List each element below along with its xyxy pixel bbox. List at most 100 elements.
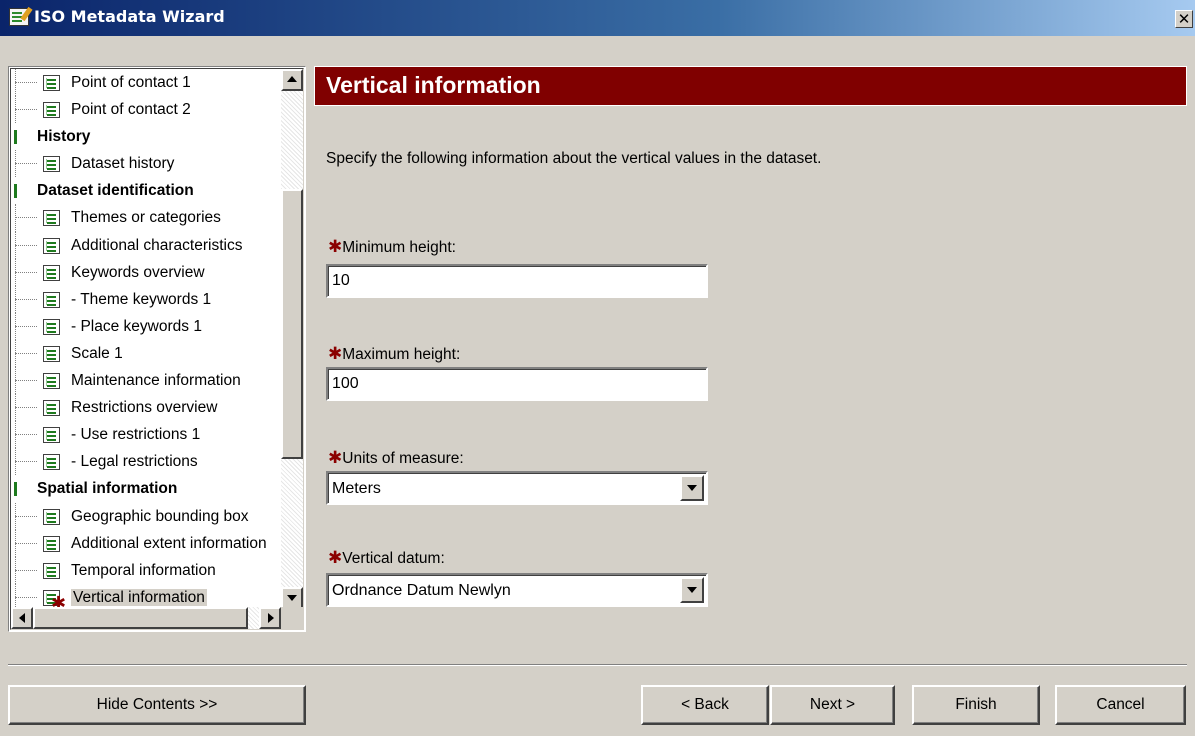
tree-connector bbox=[15, 204, 41, 232]
datum-label-text: Vertical datum: bbox=[342, 550, 445, 567]
tree-item-label: Maintenance information bbox=[71, 372, 241, 390]
divider bbox=[8, 664, 1187, 666]
tree-item[interactable]: - Use restrictions 1 bbox=[11, 421, 281, 449]
page-document-icon bbox=[43, 102, 60, 119]
page-document-icon bbox=[43, 427, 60, 444]
tree-item-label: Restrictions overview bbox=[71, 399, 218, 417]
tree-item[interactable]: - Theme keywords 1 bbox=[11, 285, 281, 313]
vertical-scroll-thumb[interactable] bbox=[281, 189, 303, 459]
page-intro: Specify the following information about … bbox=[326, 150, 822, 167]
units-label-text: Units of measure: bbox=[342, 450, 464, 467]
contents-panel: Point of contact 1 Point of contact 2 Hist… bbox=[8, 66, 306, 632]
tree-item-label: History bbox=[37, 128, 91, 146]
tree-item[interactable]: Maintenance information bbox=[11, 367, 281, 395]
tree-item[interactable]: - Place keywords 1 bbox=[11, 312, 281, 341]
tree-connector bbox=[15, 312, 41, 341]
scroll-down-button[interactable] bbox=[281, 587, 303, 609]
tree-connector bbox=[15, 556, 41, 584]
page-document-icon bbox=[43, 210, 60, 227]
tree-item-label: Keywords overview bbox=[71, 263, 205, 281]
metadata-wizard-icon bbox=[9, 8, 29, 26]
page-title: Vertical information bbox=[326, 72, 541, 98]
title-bar: ISO Metadata Wizard ✕ bbox=[0, 0, 1195, 36]
tree-item[interactable]: Additional characteristics bbox=[11, 231, 281, 259]
page-document-icon bbox=[43, 264, 60, 281]
horizontal-scrollbar[interactable] bbox=[11, 607, 281, 629]
tree-item-label: Point of contact 1 bbox=[71, 74, 191, 91]
scroll-right-button[interactable] bbox=[259, 607, 281, 629]
finish-button[interactable]: Finish bbox=[912, 685, 1040, 725]
tree-connector bbox=[15, 394, 41, 422]
tree-item-label: Additional extent information bbox=[71, 534, 267, 552]
tree-item[interactable]: - Legal restrictions bbox=[11, 448, 281, 476]
tree-item[interactable]: Themes or categories bbox=[11, 204, 281, 232]
tree-item-label: Geographic bounding box bbox=[71, 507, 249, 525]
scroll-left-button[interactable] bbox=[11, 607, 33, 629]
tree-connector bbox=[15, 448, 41, 476]
close-button[interactable]: ✕ bbox=[1175, 10, 1193, 28]
scroll-up-button[interactable] bbox=[281, 69, 303, 91]
contents-tree[interactable]: Point of contact 1 Point of contact 2 Hist… bbox=[10, 68, 304, 630]
tree-connector bbox=[15, 285, 41, 313]
min-height-label: ✱Minimum height: bbox=[328, 237, 456, 257]
tree-connector bbox=[15, 258, 41, 286]
units-select-value: Meters bbox=[332, 480, 381, 497]
cancel-button[interactable]: Cancel bbox=[1055, 685, 1186, 725]
tree-connector bbox=[15, 583, 41, 609]
tree-item[interactable]: Point of contact 2 bbox=[11, 96, 281, 124]
tree-item[interactable]: Dataset history bbox=[11, 150, 281, 178]
tree-item-label: - Use restrictions 1 bbox=[71, 426, 201, 444]
tree-connector bbox=[15, 529, 41, 557]
tree-connector bbox=[15, 96, 41, 124]
page-document-icon bbox=[43, 373, 60, 390]
tree-item-label: Temporal information bbox=[71, 561, 216, 579]
tree-item-label: Additional characteristics bbox=[71, 236, 243, 254]
max-height-input[interactable]: 100 bbox=[326, 367, 708, 401]
datum-label: ✱Vertical datum: bbox=[328, 548, 445, 568]
tree-group-icon bbox=[14, 184, 17, 199]
tree-item-current[interactable]: ✱ Vertical information bbox=[11, 583, 281, 609]
back-button[interactable]: < Back bbox=[641, 685, 769, 725]
hide-contents-button[interactable]: Hide Contents >> bbox=[8, 685, 306, 725]
tree-group-icon bbox=[14, 482, 17, 497]
tree-item[interactable]: Geographic bounding box bbox=[11, 502, 281, 530]
dropdown-arrow-icon[interactable] bbox=[680, 577, 704, 603]
datum-select-value: Ordnance Datum Newlyn bbox=[332, 582, 511, 599]
tree-item[interactable]: Scale 1 bbox=[11, 339, 281, 368]
next-button[interactable]: Next > bbox=[770, 685, 895, 725]
window-title: ISO Metadata Wizard bbox=[34, 7, 225, 26]
tree-connector bbox=[15, 502, 41, 530]
tree-group[interactable]: History bbox=[11, 123, 281, 150]
tree-group[interactable]: Spatial information bbox=[11, 475, 281, 502]
tree-item[interactable]: Restrictions overview bbox=[11, 394, 281, 422]
min-height-label-text: Minimum height: bbox=[342, 239, 456, 256]
tree-item[interactable]: Keywords overview bbox=[11, 258, 281, 286]
tree-item-label: Themes or categories bbox=[71, 209, 221, 227]
tree-group[interactable]: Dataset identification bbox=[11, 177, 281, 204]
page-document-icon bbox=[43, 562, 60, 579]
horizontal-scroll-thumb[interactable] bbox=[33, 607, 248, 629]
page-document-icon bbox=[43, 508, 60, 525]
tree-item[interactable]: Temporal information bbox=[11, 556, 281, 584]
max-height-label: ✱Maximum height: bbox=[328, 344, 460, 364]
tree-item[interactable]: Point of contact 1 bbox=[11, 69, 281, 97]
page-document-icon bbox=[43, 318, 60, 335]
page-document-icon bbox=[43, 75, 60, 91]
min-height-input[interactable]: 10 bbox=[326, 264, 708, 298]
scrollbar-corner bbox=[281, 607, 303, 629]
tree-connector bbox=[15, 367, 41, 395]
tree-item-label: - Place keywords 1 bbox=[71, 317, 202, 335]
tree-item-label: Point of contact 2 bbox=[71, 101, 191, 119]
page-document-icon bbox=[43, 156, 60, 173]
vertical-scrollbar[interactable] bbox=[281, 69, 303, 609]
required-star-icon: ✱ bbox=[328, 448, 343, 467]
tree-item[interactable]: Additional extent information bbox=[11, 529, 281, 557]
dropdown-arrow-icon[interactable] bbox=[680, 475, 704, 501]
units-select[interactable]: Meters bbox=[326, 471, 708, 505]
page-header: Vertical information bbox=[314, 66, 1187, 106]
required-star-icon: ✱ bbox=[328, 237, 343, 256]
datum-select[interactable]: Ordnance Datum Newlyn bbox=[326, 573, 708, 607]
required-star-icon: ✱ bbox=[328, 548, 343, 567]
tree-item-label: Spatial information bbox=[37, 480, 178, 498]
page-document-icon bbox=[43, 291, 60, 308]
